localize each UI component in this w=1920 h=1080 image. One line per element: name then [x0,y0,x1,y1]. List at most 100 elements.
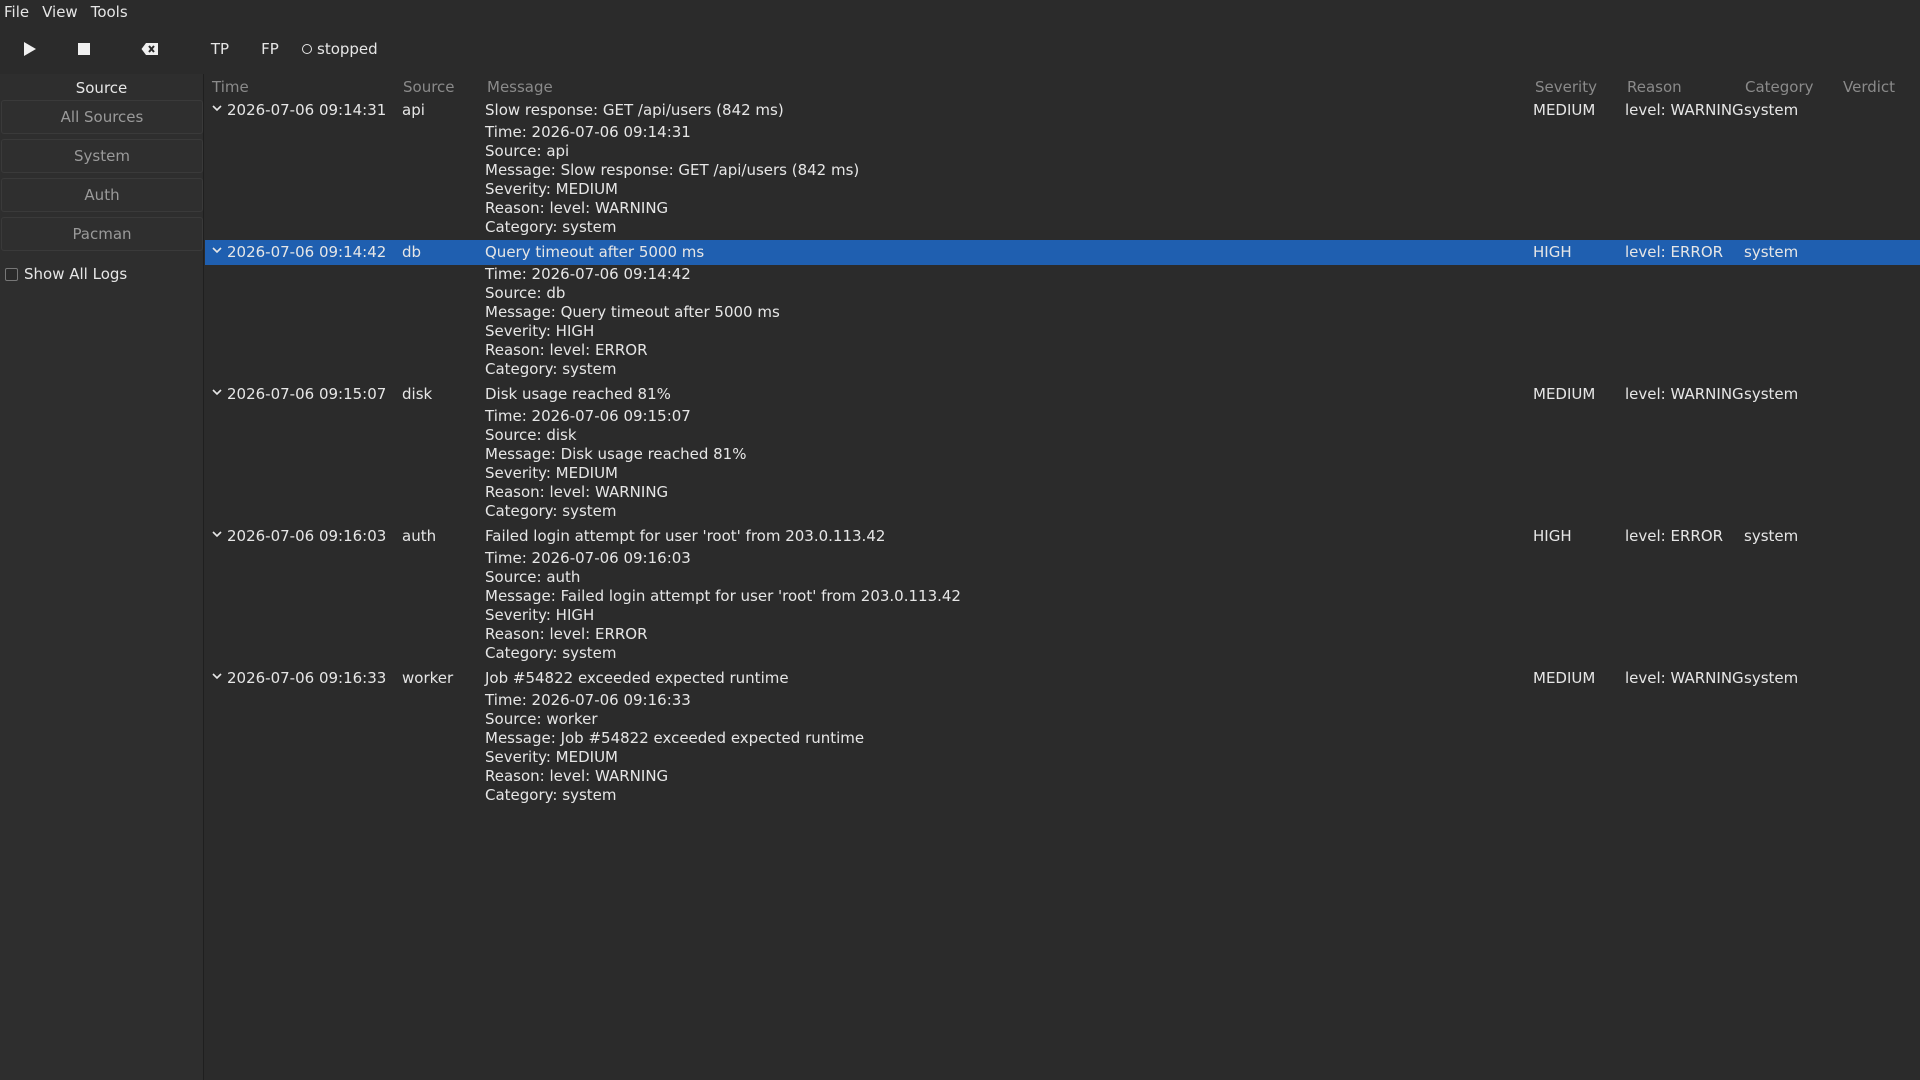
backspace-clear-icon [141,43,158,55]
status-text: stopped [317,40,378,58]
clear-button[interactable] [136,29,164,69]
cell-source: worker [402,669,454,687]
cell-source: disk [402,385,433,403]
detail-line: Time: 2026-07-06 09:16:03 [485,549,691,567]
column-header-time[interactable]: Time [212,78,249,96]
source-auth-button[interactable]: Auth [1,178,203,212]
detail-line: Reason: level: WARNING [485,767,669,785]
detail-line: Time: 2026-07-06 09:16:33 [485,691,691,709]
detail-line: Reason: level: ERROR [485,341,648,359]
chevron-down-icon[interactable] [210,527,224,541]
cell-category: system [1744,669,1799,687]
table-row[interactable]: 2026-07-06 09:14:31 api Slow response: GET… [205,98,1920,123]
toolbar: TP FP stopped [0,24,1920,74]
detail-line: Reason: level: ERROR [485,625,648,643]
play-button[interactable] [16,29,44,69]
cell-message: Query timeout after 5000 ms [485,243,705,261]
cell-category: system [1744,101,1799,119]
row-details: Time: 2026-07-06 09:14:42 Source: db Messa… [205,265,1920,382]
detail-line: Category: system [485,786,617,804]
detail-line: Source: worker [485,710,598,728]
cell-severity: HIGH [1533,527,1572,545]
table-body: 2026-07-06 09:14:31 api Slow response: GET… [205,98,1920,808]
source-system-button[interactable]: System [1,139,203,173]
detail-line: Reason: level: WARNING [485,199,669,217]
detail-line: Message: Failed login attempt for user '… [485,587,961,605]
detail-line: Reason: level: WARNING [485,483,669,501]
source-pacman-button[interactable]: Pacman [1,217,203,251]
row-details: Time: 2026-07-06 09:14:31 Source: api Mess… [205,123,1920,240]
detail-line: Severity: MEDIUM [485,748,618,766]
table-row[interactable]: 2026-07-06 09:14:42 db Query timeout after… [205,240,1920,265]
cell-time: 2026-07-06 09:16:33 [227,669,387,687]
table-row[interactable]: 2026-07-06 09:15:07 disk Disk usage reache… [205,382,1920,407]
cell-reason: level: WARNING [1625,101,1744,119]
status-indicator: stopped [302,40,378,58]
table-row[interactable]: 2026-07-06 09:16:03 auth Failed login atte… [205,524,1920,549]
detail-line: Message: Slow response: GET /api/users (… [485,161,860,179]
chevron-down-icon[interactable] [210,243,224,257]
column-header-verdict[interactable]: Verdict [1843,78,1895,96]
menu-tools[interactable]: Tools [91,3,128,21]
detail-line: Category: system [485,360,617,378]
cell-message: Failed login attempt for user 'root' fro… [485,527,886,545]
row-details: Time: 2026-07-06 09:15:07 Source: disk Mes… [205,407,1920,524]
column-header-source[interactable]: Source [403,78,455,96]
detail-line: Category: system [485,502,617,520]
menu-bar: File View Tools [0,0,1920,24]
cell-time: 2026-07-06 09:15:07 [227,385,387,403]
detail-line: Message: Job #54822 exceeded expected ru… [485,729,865,747]
chevron-down-icon[interactable] [210,101,224,115]
cell-source: db [402,243,422,261]
log-table: Time Source Message Severity Reason Cate… [205,74,1920,1080]
table-row[interactable]: 2026-07-06 09:16:33 worker Job #54822 exce… [205,666,1920,691]
cell-category: system [1744,385,1799,403]
column-header-severity[interactable]: Severity [1535,78,1597,96]
chevron-down-icon[interactable] [210,385,224,399]
cell-message: Job #54822 exceeded expected runtime [485,669,789,687]
menu-view[interactable]: View [42,3,78,21]
cell-message: Slow response: GET /api/users (842 ms) [485,101,784,119]
detail-line: Severity: HIGH [485,322,595,340]
column-header-reason[interactable]: Reason [1627,78,1682,96]
detail-line: Source: db [485,284,566,302]
play-icon [24,42,36,56]
detail-line: Category: system [485,644,617,662]
show-all-checkbox[interactable] [5,267,18,281]
cell-severity: HIGH [1533,243,1572,261]
cell-category: system [1744,527,1799,545]
stop-button[interactable] [70,29,98,69]
cell-source: auth [402,527,437,545]
stop-icon [78,43,90,55]
cell-source: api [402,101,425,119]
cell-reason: level: WARNING [1625,669,1744,687]
chevron-down-icon[interactable] [210,669,224,683]
cell-reason: level: ERROR [1625,243,1724,261]
cell-time: 2026-07-06 09:14:42 [227,243,387,261]
sidebar-header: Source [75,79,128,97]
detail-line: Time: 2026-07-06 09:14:31 [485,123,691,141]
column-header-category[interactable]: Category [1745,78,1814,96]
cell-severity: MEDIUM [1533,101,1596,119]
source-all-button[interactable]: All Sources [1,100,203,134]
tp-button[interactable]: TP [208,29,232,69]
detail-line: Message: Query timeout after 5000 ms [485,303,780,321]
cell-time: 2026-07-06 09:16:03 [227,527,387,545]
cell-reason: level: WARNING [1625,385,1744,403]
detail-line: Severity: MEDIUM [485,464,618,482]
detail-line: Time: 2026-07-06 09:14:42 [485,265,691,283]
show-all-logs-toggle[interactable]: Show All Logs [5,265,203,283]
detail-line: Source: auth [485,568,581,586]
detail-line: Category: system [485,218,617,236]
detail-line: Severity: HIGH [485,606,595,624]
detail-line: Source: disk [485,426,577,444]
cell-time: 2026-07-06 09:14:31 [227,101,387,119]
cell-reason: level: ERROR [1625,527,1724,545]
fp-button[interactable]: FP [258,29,282,69]
detail-line: Time: 2026-07-06 09:15:07 [485,407,691,425]
cell-severity: MEDIUM [1533,385,1596,403]
column-header-message[interactable]: Message [487,78,553,96]
row-details: Time: 2026-07-06 09:16:03 Source: auth Mes… [205,549,1920,666]
cell-message: Disk usage reached 81% [485,385,671,403]
menu-file[interactable]: File [4,3,29,21]
